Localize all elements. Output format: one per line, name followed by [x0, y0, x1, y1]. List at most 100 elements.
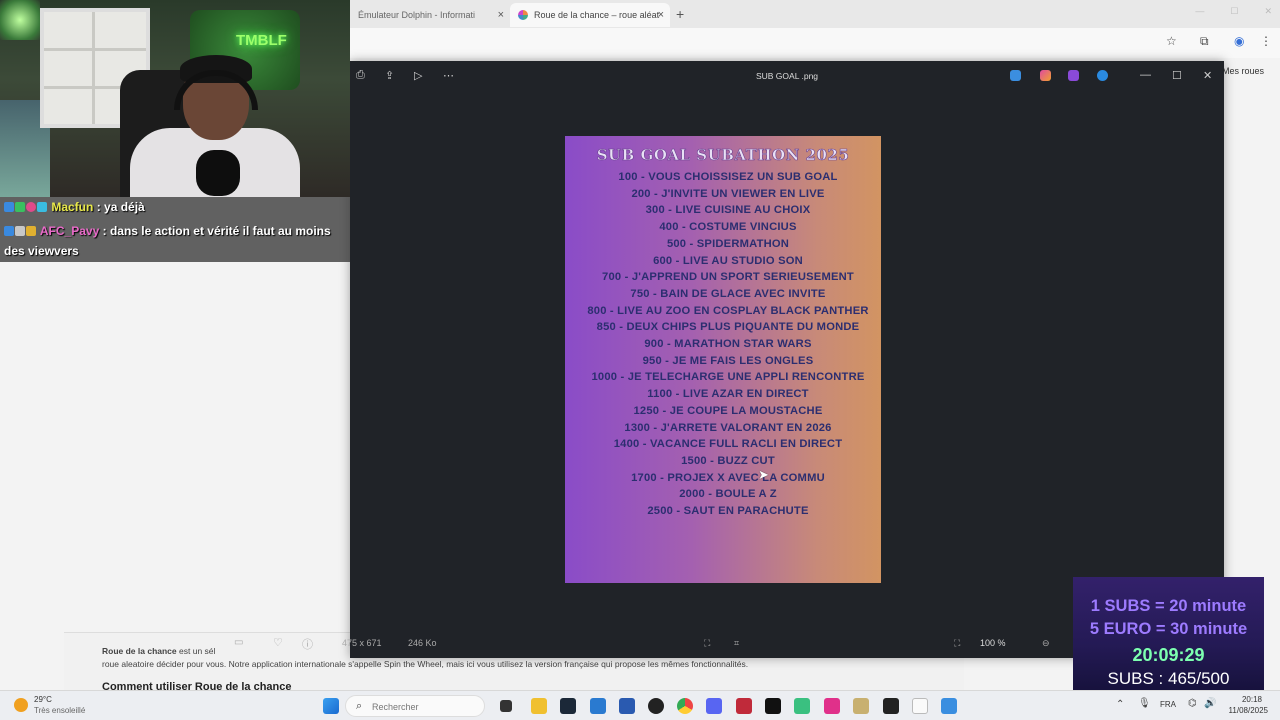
- chat-username[interactable]: AFC_Pavy: [40, 224, 99, 238]
- menu-icon[interactable]: ⋮: [1260, 34, 1272, 48]
- windows-start-icon[interactable]: [323, 698, 339, 714]
- discord-icon[interactable]: [706, 698, 722, 714]
- wheel-favicon-icon: [518, 10, 528, 20]
- obs-icon[interactable]: [648, 698, 664, 714]
- subs-counter: SUBS : 465/500: [1107, 669, 1230, 688]
- sun-weather-icon[interactable]: [14, 698, 28, 712]
- copilot-icon[interactable]: [1040, 70, 1051, 81]
- badge-icon: [37, 202, 47, 212]
- close-tab-icon[interactable]: ×: [658, 9, 664, 21]
- dolphin-tab-label: Émulateur Dolphin - Informati: [358, 10, 476, 20]
- app-icon[interactable]: [824, 698, 840, 714]
- app-icon[interactable]: [853, 698, 869, 714]
- zoom-out-icon[interactable]: ⊖: [1042, 638, 1050, 649]
- badge-icon: [4, 226, 14, 236]
- edit-app-icon[interactable]: [1010, 70, 1021, 81]
- goal-item: 1000 - JE TELECHARGE UNE APPLI RENCONTRE: [591, 371, 865, 384]
- new-tab-button[interactable]: +: [676, 6, 684, 22]
- goal-item: 1250 - JE COUPE LA MOUSTACHE: [633, 404, 823, 417]
- image-dimensions: 475 x 671: [342, 638, 382, 648]
- badge-icon: [15, 202, 25, 212]
- viewer-maximize-icon[interactable]: ☐: [1172, 69, 1182, 82]
- subathon-timer: 20:09:29: [1132, 645, 1205, 665]
- chevron-up-icon[interactable]: ⌃: [1116, 699, 1124, 710]
- steam-icon[interactable]: [560, 698, 576, 714]
- address-bar: ☆ ⧉ ◉ ⋮: [350, 28, 1280, 58]
- chat-username[interactable]: Macfun: [51, 200, 93, 214]
- onedrive-icon[interactable]: [1097, 70, 1108, 81]
- goal-item: 1300 - J'ARRETE VALORANT EN 2026: [624, 421, 832, 434]
- tab-roue-de-la-chance[interactable]: Roue de la chance – roue aléat ×: [510, 3, 670, 27]
- image-filesize: 246 Ko: [408, 638, 437, 648]
- goal-item: 500 - SPIDERMATHON: [666, 237, 790, 250]
- rate-subs: 1 SUBS = 20 minute: [1090, 597, 1247, 615]
- volume-icon[interactable]: 🔊: [1204, 698, 1216, 709]
- audio-app-icon[interactable]: [794, 698, 810, 714]
- weather-desc[interactable]: Très ensoleillé: [34, 706, 85, 715]
- neon-sign: TMBLF: [236, 32, 287, 49]
- outlook-icon[interactable]: [619, 698, 635, 714]
- goal-item: 800 - LIVE AU ZOO EN COSPLAY BLACK PANTH…: [587, 304, 869, 317]
- rate-euro: 5 EURO = 30 minute: [1089, 620, 1248, 638]
- chrome-icon[interactable]: [677, 698, 693, 714]
- photos-icon[interactable]: [941, 698, 957, 714]
- goal-item: 600 - LIVE AU STUDIO SON: [653, 254, 803, 267]
- app-icon[interactable]: [590, 698, 606, 714]
- chat-message: Macfun : ya déjà: [4, 197, 145, 217]
- clipchamp-icon[interactable]: [1068, 70, 1079, 81]
- chat-overlay: Macfun : ya déjà AFC_Pavy : dans le acti…: [0, 197, 350, 262]
- viewer-minimize-icon[interactable]: —: [1140, 69, 1151, 81]
- clock-date[interactable]: 11/08/2025: [1222, 706, 1268, 715]
- description-line1: est un sél: [179, 646, 216, 656]
- crop-icon[interactable]: ⌗: [734, 638, 739, 649]
- network-icon[interactable]: ⌬: [1188, 698, 1197, 709]
- file-explorer-icon[interactable]: [531, 698, 547, 714]
- sub-goal-image: SUB GOAL SUBATHON 2025 100 - VOUS CHOISS…: [565, 136, 881, 583]
- goal-item: 1100 - LIVE AZAR EN DIRECT: [647, 388, 809, 401]
- language-indicator[interactable]: FRA: [1160, 700, 1176, 709]
- goal-item: 2000 - BOULE A Z: [679, 488, 777, 501]
- goal-list: 100 - VOUS CHOISSISEZ UN SUB GOAL 200 - J…: [585, 169, 871, 520]
- filmstrip-icon[interactable]: ▭: [234, 637, 243, 648]
- close-tab-icon[interactable]: ×: [498, 9, 504, 21]
- info-circle-icon[interactable]: ⓘ: [302, 636, 313, 652]
- app-icon[interactable]: [736, 698, 752, 714]
- minimize-icon[interactable]: —: [1195, 6, 1204, 17]
- fullscreen-icon[interactable]: ⛶: [954, 638, 960, 649]
- microphone-icon[interactable]: 🎙: [1138, 698, 1151, 709]
- weather-temp[interactable]: 29°C: [34, 695, 52, 704]
- clock-time[interactable]: 20:18: [1222, 695, 1262, 704]
- webcam-feed: TMBLF: [0, 0, 350, 197]
- badge-icon: [4, 202, 14, 212]
- mes-roues-button[interactable]: Mes roues: [1222, 66, 1264, 76]
- star-icon[interactable]: ☆: [1166, 34, 1177, 48]
- badge-icon: [26, 202, 36, 212]
- mouse-cursor-icon: ➤: [758, 467, 769, 482]
- close-icon[interactable]: ✕: [1264, 6, 1272, 17]
- search-icon: ⌕: [356, 700, 363, 712]
- viewer-titlebar: ⎙ ⇪ ▷ ⋯ SUB GOAL .png — ☐ ✕: [350, 61, 1224, 91]
- extensions-icon[interactable]: ⧉: [1200, 34, 1209, 49]
- browser-window-controls: — ☐ ✕: [1195, 6, 1272, 17]
- zoom-level[interactable]: 100 %: [980, 638, 1006, 648]
- profile-icon[interactable]: ◉: [1234, 34, 1244, 48]
- goal-item: 200 - J'INVITE UN VIEWER EN LIVE: [631, 187, 825, 200]
- heart-icon[interactable]: ♡: [273, 636, 283, 649]
- goal-item: 950 - JE ME FAIS LES ONGLES: [642, 354, 814, 367]
- brand-name: Roue de la chance: [102, 646, 177, 656]
- maximize-icon[interactable]: ☐: [1230, 6, 1238, 17]
- notepad-icon[interactable]: [912, 698, 928, 714]
- goal-item: 750 - BAIN DE GLACE AVEC INVITE: [630, 287, 826, 300]
- lamp-light: [0, 0, 40, 40]
- tiktok-icon[interactable]: [765, 698, 781, 714]
- goal-item: 1700 - PROJEX X AVEC LA COMMU: [631, 471, 825, 484]
- goal-item: 900 - MARATHON STAR WARS: [644, 338, 812, 351]
- epic-games-icon[interactable]: [883, 698, 899, 714]
- tab-bar: Émulateur Dolphin - Informati × Roue de …: [350, 0, 1280, 28]
- fit-icon[interactable]: ⛶: [704, 638, 710, 649]
- task-view-icon[interactable]: [500, 700, 512, 712]
- tab-dolphin[interactable]: Émulateur Dolphin - Informati ×: [350, 3, 510, 27]
- viewer-close-icon[interactable]: ✕: [1203, 69, 1212, 82]
- goal-item: 1400 - VACANCE FULL RACLI EN DIRECT: [613, 438, 843, 451]
- taskbar-search[interactable]: ⌕ Rechercher: [345, 695, 485, 717]
